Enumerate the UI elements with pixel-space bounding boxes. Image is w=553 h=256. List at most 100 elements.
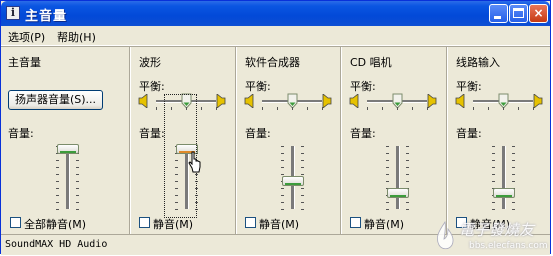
volume-tick: [301, 195, 304, 196]
volume-tick: [301, 174, 304, 175]
balance-tick: [473, 107, 474, 110]
mute-label: 静音(M): [153, 218, 194, 231]
volume-tick: [76, 181, 79, 182]
volume-tick: [386, 167, 389, 168]
speaker-volume-button[interactable]: 扬声器音量(S)...: [8, 90, 103, 110]
mouse-cursor-icon: [188, 151, 201, 173]
volume-slider-thumb[interactable]: [493, 188, 515, 199]
mute-checkbox[interactable]: [139, 217, 150, 228]
volume-tick: [281, 167, 284, 168]
volume-tick: [512, 209, 515, 210]
volume-tick: [406, 167, 409, 168]
mute-all-label: 全部静音(M): [24, 218, 87, 231]
balance-label: 平衡:: [456, 80, 482, 93]
volume-tick: [301, 160, 304, 161]
speaker-left-icon: [244, 94, 254, 108]
volume-slider-thumb[interactable]: [57, 144, 79, 155]
volume-tick: [56, 202, 59, 203]
volume-tick: [386, 202, 389, 203]
volume-tick: [386, 153, 389, 154]
volume-tick: [281, 209, 284, 210]
watermark-url: bbs.elecfans.com: [469, 241, 548, 251]
balance-tick: [201, 107, 202, 110]
channel-panel: 线路输入 平衡: 音量: 静音(M): [449, 47, 553, 234]
mute-all-checkbox[interactable]: [10, 217, 21, 228]
menu-help[interactable]: 帮助(H): [57, 29, 96, 45]
volume-slider-thumb[interactable]: [282, 175, 304, 186]
volume-tick: [406, 160, 409, 161]
balance-tick: [397, 107, 398, 110]
info-icon[interactable]: i: [6, 6, 20, 20]
volume-tick: [301, 153, 304, 154]
volume-tick: [386, 209, 389, 210]
volume-tick: [406, 209, 409, 210]
balance-tick: [488, 107, 489, 110]
balance-tick: [322, 107, 323, 110]
volume-tick: [406, 174, 409, 175]
menu-options[interactable]: 选项(P): [8, 29, 45, 45]
watermark-text: 電子發燒友: [459, 221, 535, 239]
volume-tick: [492, 153, 495, 154]
volume-tick: [76, 188, 79, 189]
channel-title: 软件合成器: [245, 56, 300, 69]
volume-tick: [386, 181, 389, 182]
speaker-right-icon: [427, 94, 437, 108]
volume-tick: [512, 146, 515, 147]
channel-title: 波形: [139, 56, 161, 69]
channel-panel: 软件合成器 平衡: 音量: 静音(M): [238, 47, 342, 234]
volume-tick: [386, 174, 389, 175]
minimize-button[interactable]: [489, 4, 508, 23]
volume-tick: [512, 202, 515, 203]
panel-divider: [129, 47, 130, 234]
close-button[interactable]: ×: [529, 4, 548, 23]
volume-tick: [56, 195, 59, 196]
volume-tick: [301, 188, 304, 189]
mute-checkbox[interactable]: [245, 217, 256, 228]
master-panel: 主音量 扬声器音量(S)... 音量: 全部静音(M): [1, 47, 129, 234]
mixer-window: i 主音量 × 选项(P) 帮助(H) 主音量 扬声器音量(S)... 音量: …: [0, 0, 551, 255]
volume-tick: [301, 146, 304, 147]
volume-slider-thumb[interactable]: [387, 188, 409, 199]
volume-tick: [512, 160, 515, 161]
minimize-icon: [494, 16, 501, 19]
mute-checkbox[interactable]: [350, 217, 361, 228]
status-text: SoundMAX HD Audio: [5, 239, 108, 250]
balance-tick: [382, 107, 383, 110]
mute-label: 静音(M): [364, 218, 405, 231]
volume-tick: [56, 167, 59, 168]
master-title: 主音量: [8, 56, 41, 69]
speaker-left-icon: [138, 94, 148, 108]
mixer-content: 主音量 扬声器音量(S)... 音量: 全部静音(M) 波形 平衡: 音量: 静…: [1, 47, 550, 234]
volume-tick: [281, 160, 284, 161]
volume-label: 音量:: [245, 127, 271, 140]
maximize-button[interactable]: [509, 4, 528, 23]
channel-title: 线路输入: [456, 56, 500, 69]
volume-tick: [281, 153, 284, 154]
volume-tick: [492, 167, 495, 168]
watermark-logo-icon: [437, 221, 454, 250]
balance-tick: [277, 107, 278, 110]
volume-tick: [76, 209, 79, 210]
volume-tick: [281, 202, 284, 203]
balance-tick: [292, 107, 293, 110]
panel-divider: [446, 47, 447, 234]
menu-bar: 选项(P) 帮助(H): [1, 26, 550, 46]
balance-tick: [216, 107, 217, 110]
volume-tick: [512, 167, 515, 168]
balance-tick: [412, 107, 413, 110]
volume-label: 音量:: [350, 127, 376, 140]
balance-label: 平衡:: [350, 80, 376, 93]
speaker-right-icon: [216, 94, 226, 108]
speaker-right-icon: [322, 94, 332, 108]
title-bar[interactable]: i 主音量 ×: [1, 1, 550, 26]
volume-tick: [512, 153, 515, 154]
volume-tick: [76, 195, 79, 196]
maximize-icon: [513, 8, 524, 18]
volume-tick: [386, 146, 389, 147]
volume-tick: [301, 209, 304, 210]
balance-tick: [427, 107, 428, 110]
volume-tick: [56, 160, 59, 161]
master-volume-label: 音量:: [8, 127, 34, 140]
volume-tick: [512, 174, 515, 175]
volume-tick: [76, 174, 79, 175]
